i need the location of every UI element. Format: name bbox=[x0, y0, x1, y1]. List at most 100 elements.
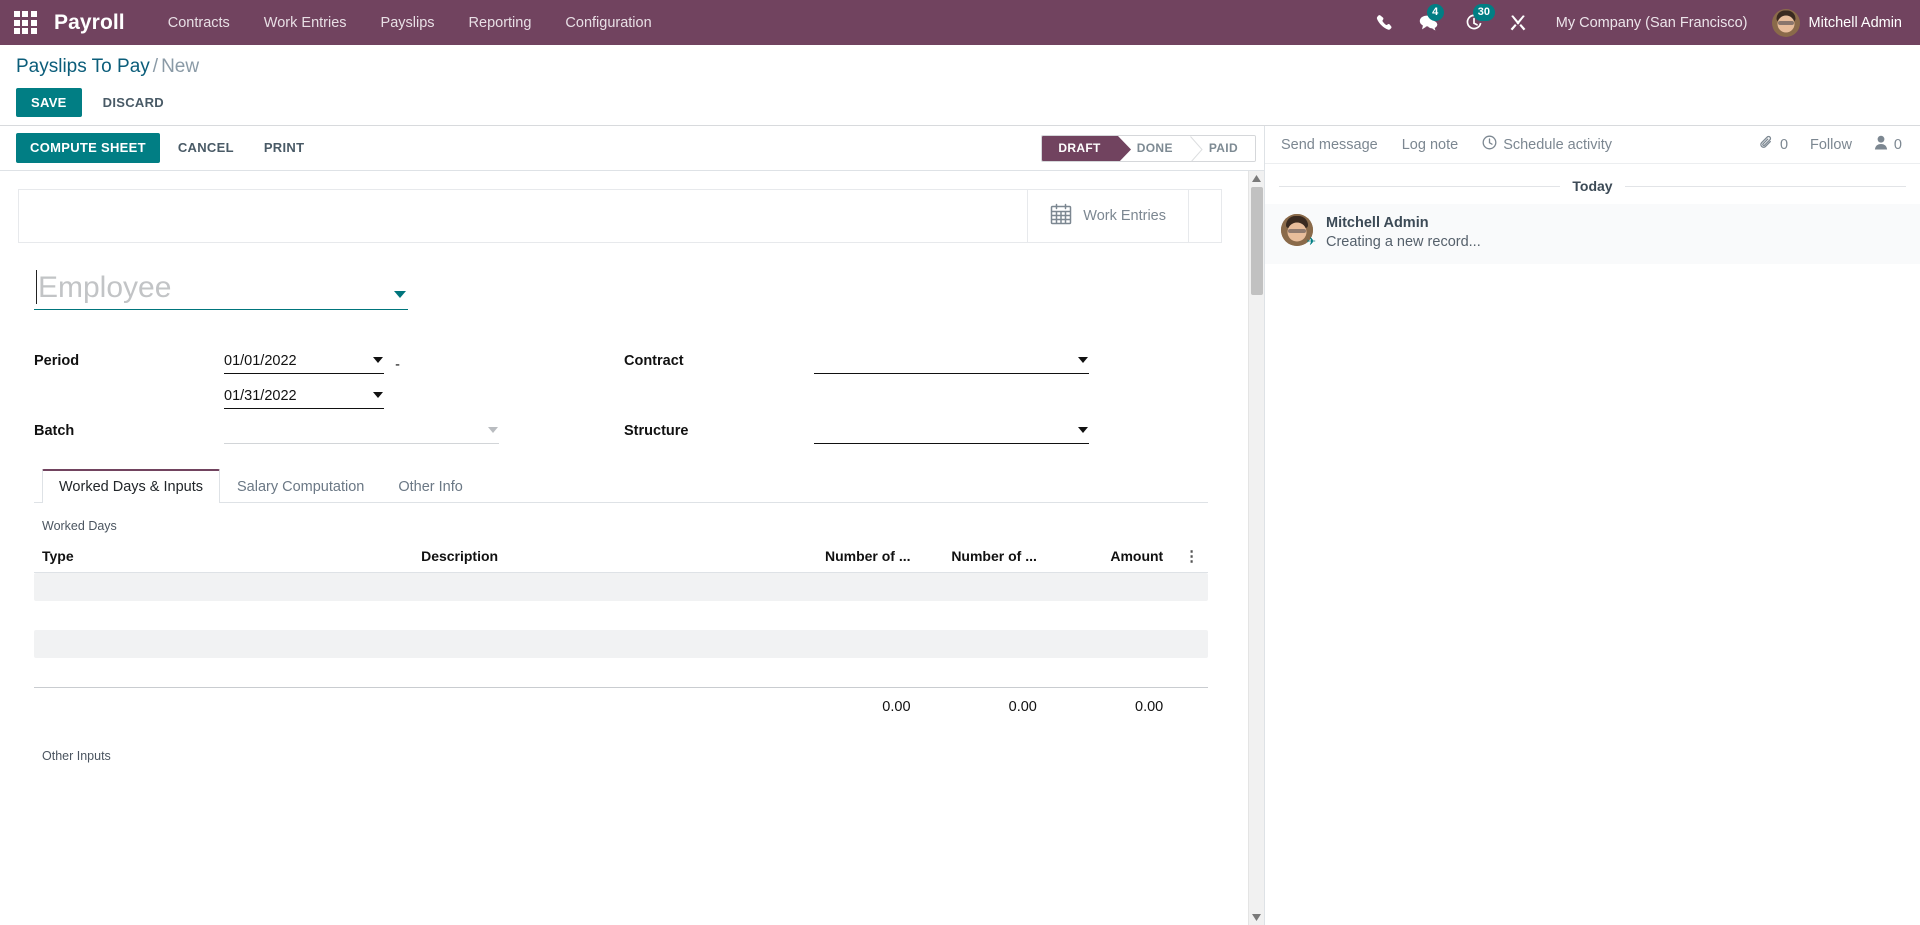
loading-placeholder bbox=[34, 630, 1208, 658]
company-switcher[interactable]: My Company (San Francisco) bbox=[1540, 15, 1762, 31]
day-separator: Today bbox=[1265, 164, 1920, 204]
discard-button[interactable]: DISCARD bbox=[90, 88, 177, 118]
messages-icon[interactable]: 4 bbox=[1406, 0, 1452, 45]
activities-badge: 30 bbox=[1473, 4, 1495, 21]
period-to-value: 01/31/2022 bbox=[224, 388, 297, 404]
column-amount[interactable]: Amount bbox=[1045, 541, 1171, 573]
schedule-activity-button[interactable]: Schedule activity bbox=[1482, 135, 1612, 154]
period-to-cell: 01/31/2022 bbox=[224, 379, 624, 409]
cancel-button[interactable]: CANCEL bbox=[166, 133, 246, 163]
menu-payslips[interactable]: Payslips bbox=[364, 0, 452, 45]
form-scrollbar[interactable] bbox=[1248, 171, 1264, 925]
worked-days-table: Type Description Number of ... Number of… bbox=[34, 541, 1208, 723]
menu-reporting[interactable]: Reporting bbox=[452, 0, 549, 45]
activities-clock-icon[interactable]: 30 bbox=[1452, 0, 1496, 45]
column-number-of-hours[interactable]: Number of ... bbox=[919, 541, 1045, 573]
table-row-spacer bbox=[34, 601, 1208, 630]
total-number-of-days: 0.00 bbox=[792, 687, 918, 723]
messages-badge: 4 bbox=[1427, 4, 1444, 21]
column-description[interactable]: Description bbox=[413, 541, 792, 573]
day-separator-label: Today bbox=[1572, 178, 1612, 194]
tab-other-info[interactable]: Other Info bbox=[381, 469, 479, 503]
menu-work-entries[interactable]: Work Entries bbox=[247, 0, 364, 45]
batch-input[interactable] bbox=[224, 418, 499, 444]
stage-arrow-icon bbox=[1190, 136, 1203, 161]
structure-input[interactable] bbox=[814, 418, 1089, 444]
breadcrumb-root[interactable]: Payslips To Pay bbox=[16, 56, 150, 77]
table-row[interactable] bbox=[34, 573, 1208, 602]
divider bbox=[1279, 186, 1560, 187]
scroll-up-arrow-icon[interactable] bbox=[1249, 171, 1264, 187]
chatter-topbar-right: 0 Follow 0 bbox=[1759, 135, 1902, 154]
status-stages: DRAFT DONE PAID bbox=[1041, 135, 1256, 162]
save-button[interactable]: SAVE bbox=[16, 88, 82, 118]
worked-days-section-title: Worked Days bbox=[42, 519, 1208, 533]
worked-days-table-foot: 0.00 0.00 0.00 bbox=[34, 687, 1208, 723]
smart-button-box: Work Entries bbox=[18, 189, 1222, 243]
attachments-button[interactable]: 0 bbox=[1759, 135, 1788, 154]
send-message-button[interactable]: Send message bbox=[1281, 137, 1378, 153]
loading-placeholder bbox=[34, 573, 1208, 601]
period-to-label-spacer bbox=[34, 379, 224, 414]
table-row[interactable] bbox=[34, 630, 1208, 658]
app-brand-payroll[interactable]: Payroll bbox=[46, 11, 151, 35]
print-button[interactable]: PRINT bbox=[252, 133, 317, 163]
followers-count: 0 bbox=[1894, 137, 1902, 153]
compute-sheet-button[interactable]: COMPUTE SHEET bbox=[16, 133, 160, 163]
notebook-page-worked-days: Worked Days Type Description Number of .… bbox=[34, 503, 1208, 763]
other-inputs-section-title: Other Inputs bbox=[42, 749, 1208, 763]
employee-input[interactable]: Employee bbox=[34, 269, 408, 311]
structure-cell bbox=[814, 414, 1159, 444]
control-panel: Payslips To Pay/New SAVE DISCARD bbox=[0, 45, 1920, 126]
user-icon bbox=[1874, 135, 1888, 154]
batch-label: Batch bbox=[34, 414, 224, 449]
tab-worked-days-inputs[interactable]: Worked Days & Inputs bbox=[42, 469, 220, 503]
apps-grid-icon[interactable] bbox=[8, 8, 42, 38]
period-to-input[interactable]: 01/31/2022 bbox=[224, 383, 384, 409]
user-menu[interactable]: Mitchell Admin bbox=[1762, 9, 1906, 37]
totals-row: 0.00 0.00 0.00 bbox=[34, 687, 1208, 723]
work-entries-smart-button[interactable]: Work Entries bbox=[1027, 190, 1189, 242]
vertical-dots-icon: ⋮ bbox=[1184, 548, 1199, 565]
contract-cell bbox=[814, 344, 1159, 374]
period-from-input[interactable]: 01/01/2022 - bbox=[224, 348, 384, 374]
chevron-down-icon[interactable] bbox=[373, 357, 383, 363]
stage-draft[interactable]: DRAFT bbox=[1042, 136, 1117, 161]
chevron-down-icon[interactable] bbox=[1078, 357, 1088, 363]
chatter-thread: Today ✈ Mitchell Admin Creating a new re… bbox=[1265, 164, 1920, 925]
optional-columns-dropdown[interactable]: ⋮ bbox=[1171, 541, 1208, 573]
row-placeholder-cell bbox=[34, 573, 1208, 602]
period-label: Period bbox=[34, 344, 224, 379]
form-sheet: Work Entries Employee Period bbox=[0, 189, 1240, 763]
scroll-down-arrow-icon[interactable] bbox=[1249, 909, 1264, 925]
follow-button[interactable]: Follow bbox=[1810, 137, 1852, 153]
batch-cell bbox=[224, 414, 624, 444]
calendar-icon bbox=[1050, 203, 1072, 229]
menu-configuration[interactable]: Configuration bbox=[548, 0, 668, 45]
chevron-down-icon[interactable] bbox=[394, 291, 406, 298]
schedule-activity-label: Schedule activity bbox=[1503, 137, 1612, 153]
table-row-spacer bbox=[34, 658, 1208, 687]
stage-draft-label: DRAFT bbox=[1058, 141, 1100, 155]
column-number-of-days[interactable]: Number of ... bbox=[792, 541, 918, 573]
message-author: Mitchell Admin bbox=[1326, 215, 1481, 231]
scrollbar-thumb[interactable] bbox=[1251, 187, 1263, 295]
clock-icon bbox=[1482, 135, 1497, 154]
phone-icon[interactable] bbox=[1363, 0, 1406, 45]
chevron-down-icon[interactable] bbox=[373, 392, 383, 398]
chevron-down-icon[interactable] bbox=[1078, 427, 1088, 433]
stage-done-label: DONE bbox=[1137, 141, 1173, 155]
divider bbox=[1625, 186, 1906, 187]
menu-contracts[interactable]: Contracts bbox=[151, 0, 247, 45]
employee-placeholder: Employee bbox=[38, 271, 171, 304]
log-note-button[interactable]: Log note bbox=[1402, 137, 1458, 153]
column-type[interactable]: Type bbox=[34, 541, 413, 573]
message-avatar[interactable]: ✈ bbox=[1281, 214, 1313, 246]
chevron-down-icon[interactable] bbox=[488, 427, 498, 433]
tab-salary-computation[interactable]: Salary Computation bbox=[220, 469, 381, 503]
period-from-value: 01/01/2022 bbox=[224, 353, 297, 369]
followers-button[interactable]: 0 bbox=[1874, 135, 1902, 154]
contract-input[interactable] bbox=[814, 348, 1089, 374]
record-body: COMPUTE SHEET CANCEL PRINT DRAFT DONE bbox=[0, 126, 1920, 925]
debug-tools-icon[interactable] bbox=[1496, 0, 1540, 45]
